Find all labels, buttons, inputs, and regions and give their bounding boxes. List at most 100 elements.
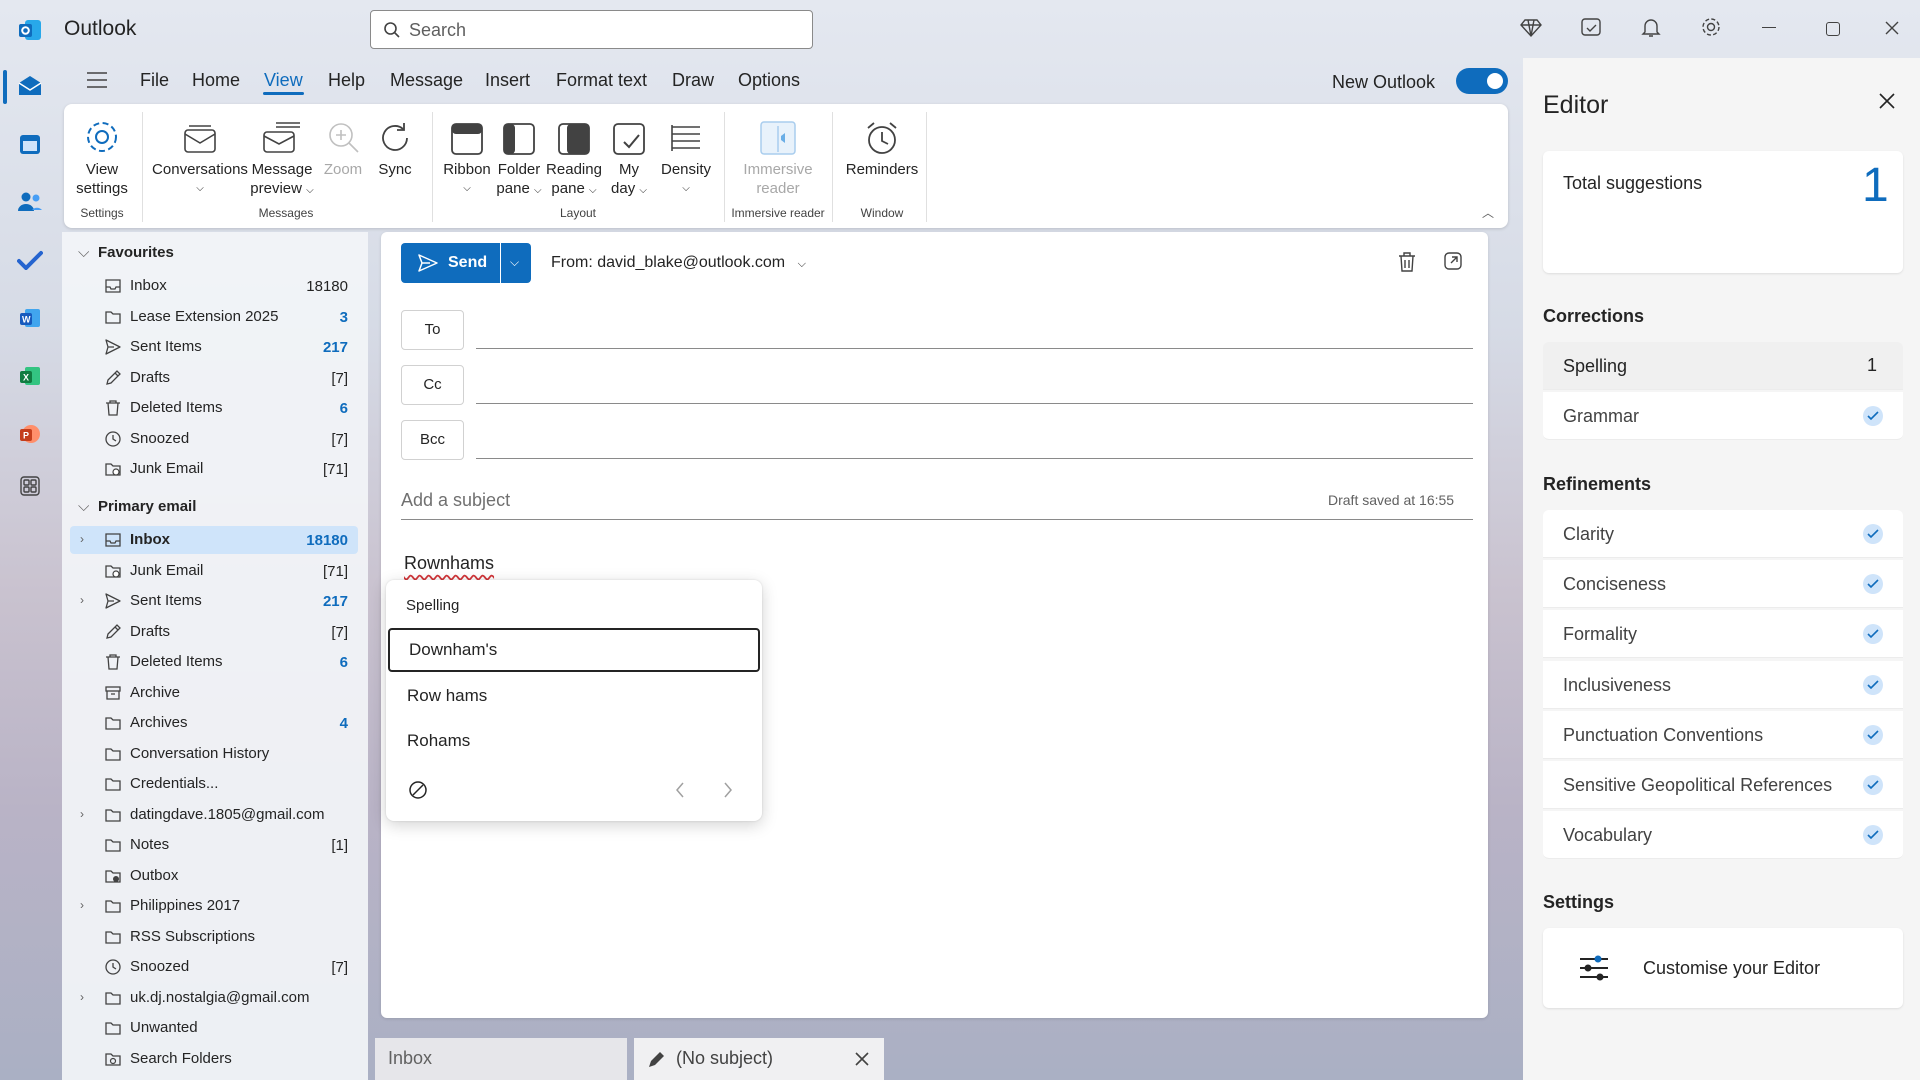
- folder-item[interactable]: Drafts [7]: [70, 618, 358, 646]
- folder-item[interactable]: Inbox 18180: [70, 272, 358, 300]
- people-app-icon[interactable]: [14, 186, 46, 218]
- folder-item[interactable]: › Sent Items 217: [70, 587, 358, 615]
- folder-item[interactable]: Search Folders: [70, 1045, 358, 1073]
- folder-item[interactable]: Archives 4: [70, 709, 358, 737]
- folder-item[interactable]: Archive: [70, 679, 358, 707]
- tab-message[interactable]: Message: [390, 70, 463, 91]
- folder-item[interactable]: Conversation History: [70, 740, 358, 768]
- correction-grammar[interactable]: Grammar: [1543, 392, 1903, 440]
- folder-item[interactable]: Credentials...: [70, 770, 358, 798]
- correction-spelling[interactable]: Spelling 1: [1543, 342, 1903, 390]
- chevron-right-icon[interactable]: ›: [80, 593, 84, 607]
- tab-home[interactable]: Home: [192, 70, 240, 91]
- from-selector[interactable]: From: david_blake@outlook.com ⌵: [551, 254, 806, 272]
- my-day-button[interactable]: My day ⌵: [604, 116, 654, 200]
- folder-item[interactable]: Junk Email [71]: [70, 557, 358, 585]
- suggestion-item[interactable]: Downham's: [388, 628, 760, 672]
- folder-item[interactable]: Unwanted: [70, 1014, 358, 1042]
- folder-item[interactable]: Deleted Items 6: [70, 648, 358, 676]
- message-body-misspelled-word[interactable]: Rownhams: [404, 553, 494, 574]
- chevron-right-icon[interactable]: ›: [80, 990, 84, 1004]
- send-options-dropdown[interactable]: ⌵: [501, 243, 531, 283]
- gear-icon[interactable]: [1700, 16, 1722, 38]
- chevron-right-icon[interactable]: ›: [80, 532, 84, 546]
- folder-item[interactable]: Snoozed [7]: [70, 953, 358, 981]
- folder-item[interactable]: › Inbox 18180: [70, 526, 358, 554]
- cc-field[interactable]: [476, 403, 1473, 404]
- folder-item[interactable]: › uk.dj.nostalgia@gmail.com: [70, 984, 358, 1012]
- powerpoint-app-icon[interactable]: P: [14, 418, 46, 450]
- hamburger-menu-icon[interactable]: [86, 71, 108, 89]
- ignore-icon[interactable]: [408, 780, 428, 800]
- zoom-button[interactable]: Zoom: [318, 116, 368, 179]
- excel-app-icon[interactable]: X: [14, 360, 46, 392]
- folder-item[interactable]: › Philippines 2017: [70, 892, 358, 920]
- send-button[interactable]: Send: [401, 243, 500, 283]
- refinement-item[interactable]: Vocabulary: [1543, 811, 1903, 860]
- tab-draw[interactable]: Draw: [672, 70, 714, 91]
- more-apps-icon[interactable]: [14, 470, 46, 502]
- restore-icon[interactable]: [1826, 22, 1840, 36]
- close-icon[interactable]: [1883, 19, 1901, 37]
- folder-item[interactable]: Lease Extension 2025 3: [70, 303, 358, 331]
- refinement-item[interactable]: Clarity: [1543, 510, 1903, 558]
- folder-item[interactable]: › datingdave.1805@gmail.com: [70, 801, 358, 829]
- reading-pane-button[interactable]: Reading pane ⌵: [546, 116, 602, 200]
- tab-view[interactable]: View: [264, 70, 303, 91]
- chevron-left-icon[interactable]: [674, 780, 686, 800]
- folder-item[interactable]: Drafts [7]: [70, 364, 358, 392]
- folder-pane-button[interactable]: Folder pane ⌵: [494, 116, 544, 200]
- folder-item[interactable]: Notes [1]: [70, 831, 358, 859]
- collapse-ribbon-icon[interactable]: ︿: [1482, 204, 1494, 221]
- chevron-right-icon[interactable]: ›: [80, 807, 84, 821]
- folder-item[interactable]: RSS Subscriptions: [70, 923, 358, 951]
- bottom-tab-draft[interactable]: (No subject): [634, 1038, 884, 1080]
- todo-app-icon[interactable]: [14, 244, 46, 276]
- chevron-right-icon[interactable]: [722, 780, 734, 800]
- my-day-icon[interactable]: [1580, 16, 1602, 38]
- folder-item[interactable]: Outbox: [70, 862, 358, 890]
- message-preview-button[interactable]: Message preview ⌵: [250, 116, 314, 200]
- word-app-icon[interactable]: W: [14, 302, 46, 334]
- ribbon-layout-button[interactable]: Ribbon ⌵: [440, 116, 494, 198]
- to-button[interactable]: To: [401, 310, 464, 350]
- chevron-right-icon[interactable]: ›: [80, 898, 84, 912]
- tab-file[interactable]: File: [140, 70, 169, 91]
- pop-out-icon[interactable]: [1443, 251, 1463, 271]
- folder-item[interactable]: Sent Items 217: [70, 333, 358, 361]
- mail-app-icon[interactable]: [14, 70, 46, 102]
- folder-item[interactable]: Snoozed [7]: [70, 425, 358, 453]
- favourites-header[interactable]: ⌵ Favourites: [78, 244, 174, 261]
- bell-icon[interactable]: [1640, 16, 1662, 38]
- new-outlook-toggle[interactable]: [1456, 68, 1508, 94]
- refinement-item[interactable]: Sensitive Geopolitical References: [1543, 761, 1903, 809]
- primary-email-header[interactable]: ⌵ Primary email: [78, 498, 196, 515]
- folder-item[interactable]: Deleted Items 6: [70, 394, 358, 422]
- bcc-button[interactable]: Bcc: [401, 420, 464, 460]
- cc-button[interactable]: Cc: [401, 365, 464, 405]
- bcc-field[interactable]: [476, 458, 1473, 459]
- refinement-item[interactable]: Punctuation Conventions: [1543, 710, 1903, 759]
- search-input[interactable]: Search: [370, 10, 813, 49]
- conversations-button[interactable]: Conversations ⌵: [152, 116, 248, 198]
- calendar-app-icon[interactable]: [14, 128, 46, 160]
- tab-help[interactable]: Help: [328, 70, 365, 91]
- reminders-button[interactable]: Reminders: [840, 116, 924, 179]
- discard-trash-icon[interactable]: [1397, 251, 1417, 273]
- tab-format-text[interactable]: Format text: [556, 70, 647, 91]
- density-button[interactable]: Density ⌵: [656, 116, 716, 198]
- refinement-item[interactable]: Conciseness: [1543, 560, 1903, 609]
- refinement-item[interactable]: Inclusiveness: [1543, 660, 1903, 709]
- suggestion-item[interactable]: Row hams: [386, 674, 762, 718]
- minimize-icon[interactable]: [1762, 27, 1776, 28]
- suggestion-item[interactable]: Rohams: [386, 719, 762, 763]
- premium-icon[interactable]: [1520, 16, 1542, 38]
- view-settings-button[interactable]: View settings: [70, 116, 134, 198]
- sync-button[interactable]: Sync: [370, 116, 420, 179]
- tab-insert[interactable]: Insert: [485, 70, 530, 91]
- bottom-tab-inbox[interactable]: Inbox: [375, 1038, 627, 1080]
- folder-item[interactable]: Junk Email [71]: [70, 455, 358, 483]
- refinement-item[interactable]: Formality: [1543, 610, 1903, 659]
- close-tab-icon[interactable]: [854, 1051, 870, 1067]
- tab-options[interactable]: Options: [738, 70, 800, 91]
